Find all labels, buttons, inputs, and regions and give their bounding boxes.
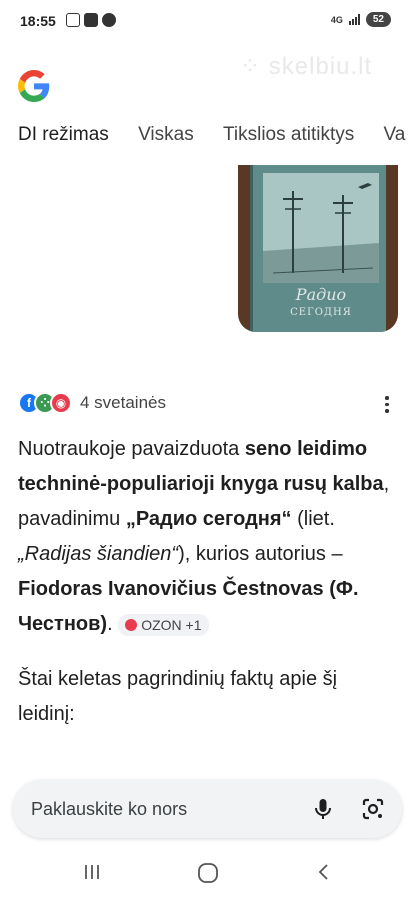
- google-logo[interactable]: [18, 70, 50, 102]
- ozon-chip-icon: [125, 618, 138, 631]
- home-icon[interactable]: [197, 862, 219, 884]
- checkbox-icon: [84, 13, 98, 27]
- answer-text: ), kurios autorius –: [178, 543, 343, 565]
- ai-answer-paragraph: Nuotraukoje pavaizduota seno leidimo tec…: [18, 432, 390, 642]
- tab-all[interactable]: Viskas: [138, 124, 194, 146]
- microphone-icon[interactable]: [311, 797, 335, 821]
- book-cover: Радио СЕГОДНЯ: [250, 165, 386, 332]
- more-options-icon[interactable]: [384, 396, 390, 413]
- source-chip-label: OZON +1: [141, 616, 202, 633]
- ask-input-box[interactable]: Paklauskite ko nors: [13, 780, 402, 838]
- sources-count: 4 svetainės: [80, 393, 166, 412]
- recent-apps-icon[interactable]: [82, 862, 102, 882]
- ask-input-placeholder: Paklauskite ko nors: [31, 799, 188, 819]
- answer-bold-title: „Радио сегодня“: [125, 508, 292, 530]
- sources-row[interactable]: f ⁘ ◉ 4 svetainės: [18, 392, 166, 414]
- system-nav-bar: [0, 852, 415, 900]
- ozon-icon: ◉: [50, 392, 72, 414]
- back-icon[interactable]: [315, 862, 333, 882]
- status-time: 18:55: [20, 13, 56, 29]
- google-lens-icon[interactable]: [361, 797, 385, 821]
- app-notification-icon: [102, 13, 116, 27]
- tab-more[interactable]: Va: [384, 124, 406, 146]
- search-tabs: DI režimas Viskas Tikslios atitiktys Va: [18, 124, 415, 164]
- watermark: ⁘ skelbiu.lt: [240, 53, 373, 80]
- book-subtitle: СЕГОДНЯ: [290, 307, 352, 318]
- notification-icons: [66, 13, 116, 27]
- book-image[interactable]: Радио СЕГОДНЯ: [238, 165, 398, 332]
- network-type: 4G: [330, 14, 343, 25]
- answer-text: (liet.: [291, 508, 335, 530]
- answer-italic-translation: „Radijas šiandien“: [18, 543, 179, 565]
- tab-ai-mode[interactable]: DI režimas: [18, 124, 109, 146]
- battery-indicator: 52: [365, 12, 391, 27]
- answer-text: .: [107, 613, 119, 635]
- screenshot-icon: [66, 13, 80, 27]
- source-chip[interactable]: OZON +1: [118, 613, 209, 636]
- status-bar: 18:55 4G 52: [0, 0, 415, 42]
- answer-text: Nuotraukoje pavaizduota: [18, 438, 245, 460]
- radio-towers-illustration: [263, 173, 379, 283]
- book-title: Радио: [295, 285, 347, 304]
- signal-icon: [348, 14, 360, 25]
- watermark-text: skelbiu.lt: [268, 53, 373, 80]
- ai-answer-paragraph-2: Štai keletas pagrindinių faktų apie šį l…: [18, 668, 338, 725]
- tab-exact-matches[interactable]: Tikslios atitiktys: [223, 124, 354, 146]
